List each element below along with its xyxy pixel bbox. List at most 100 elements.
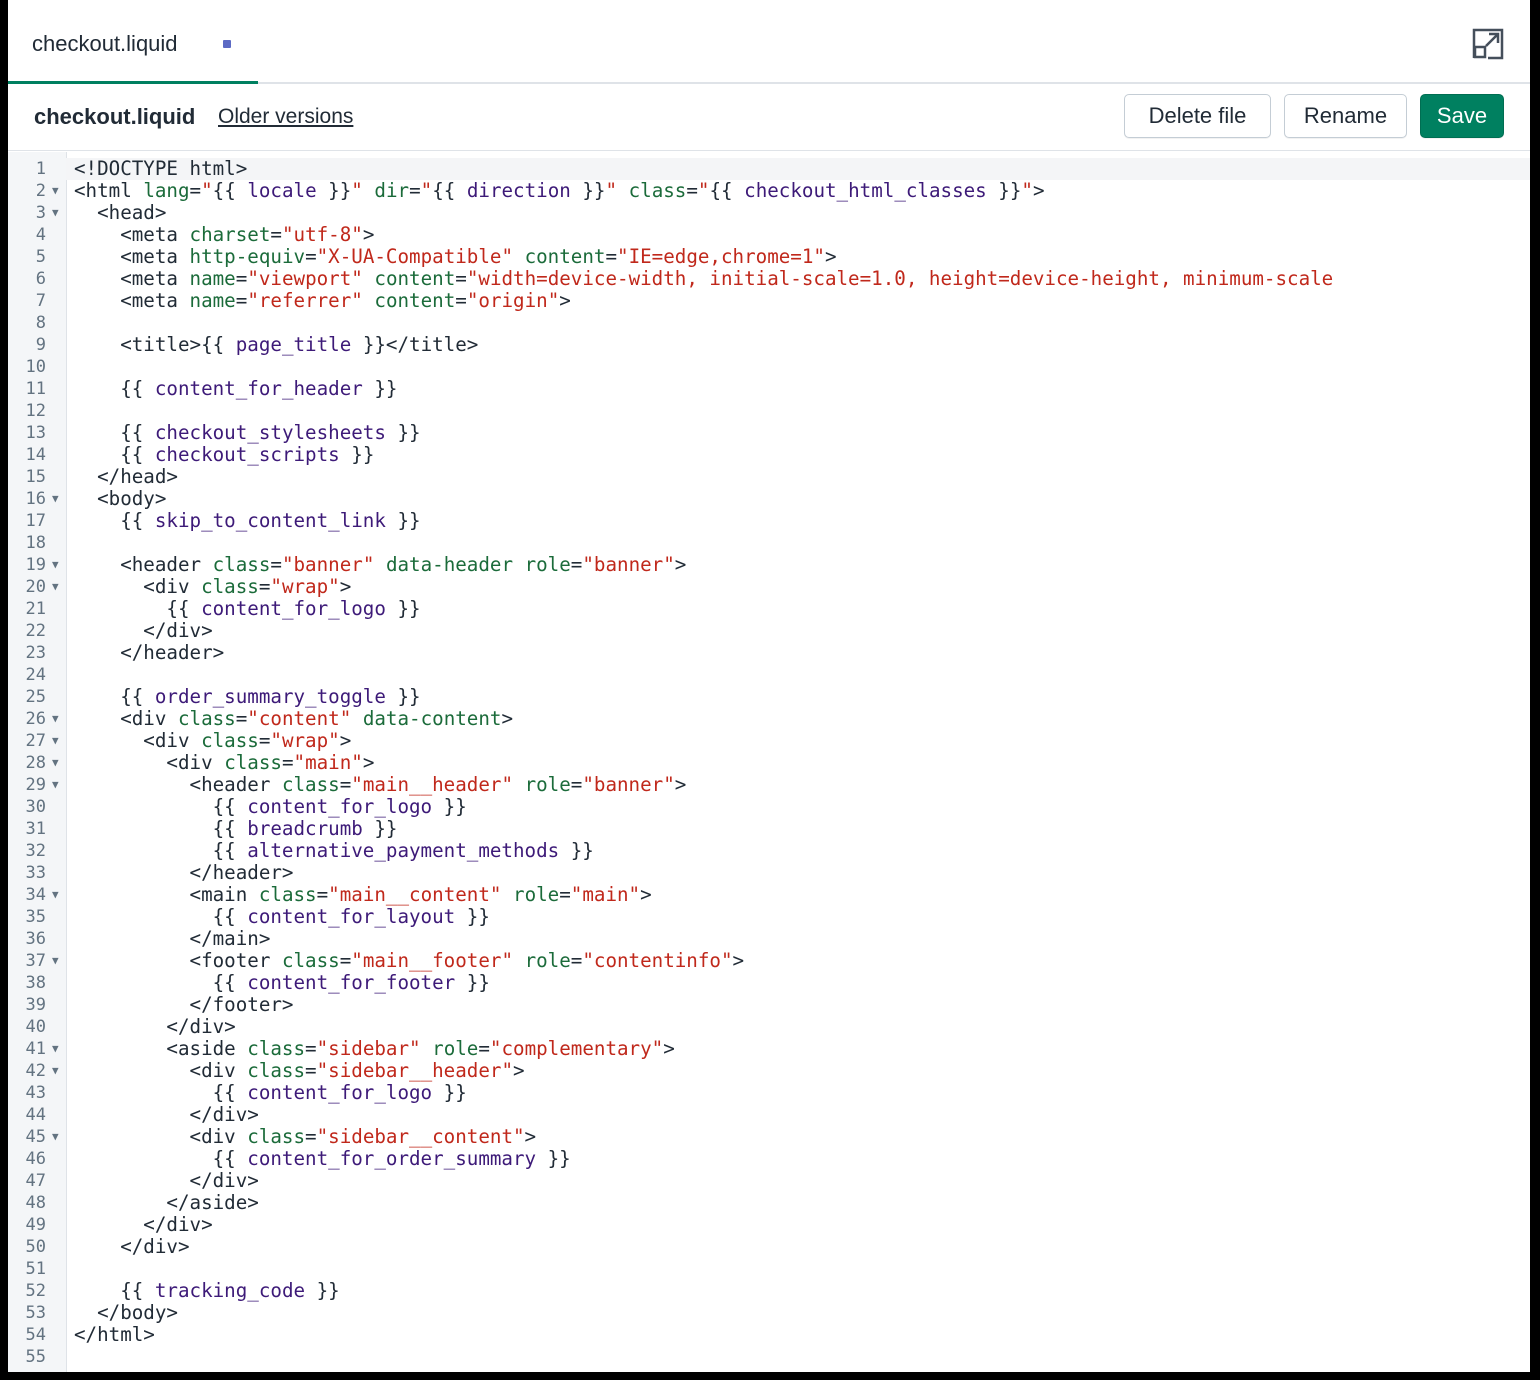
fold-arrow-icon[interactable]: ▼ [52,884,59,906]
code-line[interactable]: 39 </footer> [8,994,1530,1016]
code-line[interactable]: 25 {{ order_summary_toggle }} [8,686,1530,708]
code-line[interactable]: 55 [8,1346,1530,1368]
code-line[interactable]: 16 ▼ <body> [8,488,1530,510]
code-line[interactable]: 51 [8,1258,1530,1280]
code-token: = [235,708,248,730]
code-token: </header> [74,642,225,664]
code-token: > [732,950,745,972]
code-line[interactable]: 26 ▼ <div class="content" data-content> [8,708,1530,730]
line-number: 16 [25,489,46,509]
code-line[interactable]: 20 ▼ <div class="wrap"> [8,576,1530,598]
fold-arrow-icon[interactable]: ▼ [52,1126,59,1148]
code-line[interactable]: 40 </div> [8,1016,1530,1038]
code-text: <meta charset="utf-8"> [66,224,1530,246]
code-line[interactable]: 13 {{ checkout_stylesheets }} [8,422,1530,444]
fold-arrow-icon[interactable]: ▼ [52,1038,59,1060]
fold-arrow-icon[interactable]: ▼ [52,576,59,598]
code-line[interactable]: 48 </aside> [8,1192,1530,1214]
code-line[interactable]: 33 </header> [8,862,1530,884]
code-line[interactable]: 41 ▼ <aside class="sidebar" role="complem… [8,1038,1530,1060]
code-text: {{ content_for_logo }} [66,1082,1530,1104]
code-line[interactable]: 29 ▼ <header class="main__header" role="b… [8,774,1530,796]
code-line[interactable]: 21 {{ content_for_logo }} [8,598,1530,620]
rename-button[interactable]: Rename [1284,94,1407,138]
code-line[interactable]: 14 {{ checkout_scripts }} [8,444,1530,466]
older-versions-link[interactable]: Older versions [218,105,353,129]
code-line[interactable]: 31 {{ breadcrumb }} [8,818,1530,840]
expand-icon[interactable] [1472,28,1504,60]
code-line[interactable]: 49 </div> [8,1214,1530,1236]
code-token: <div [74,1060,248,1082]
fold-arrow-icon[interactable]: ▼ [52,752,59,774]
code-line[interactable]: 8 [8,312,1530,334]
fold-arrow-icon[interactable]: ▼ [52,708,59,730]
code-line[interactable]: 28 ▼ <div class="main"> [8,752,1530,774]
code-editor[interactable]: 1 <!DOCTYPE html> 2 ▼ <html lang="{{ locale … [8,152,1530,1372]
code-line[interactable]: 3 ▼ <head> [8,202,1530,224]
code-line[interactable]: 6 <meta name="viewport" content="width=d… [8,268,1530,290]
fold-arrow-icon[interactable]: ▼ [52,180,59,202]
code-line[interactable]: 5 <meta http-equiv="X-UA-Compatible" con… [8,246,1530,268]
code-line[interactable]: 24 [8,664,1530,686]
code-line[interactable]: 27 ▼ <div class="wrap"> [8,730,1530,752]
fold-arrow-icon[interactable]: ▼ [52,730,59,752]
delete-file-button[interactable]: Delete file [1124,94,1271,138]
code-line[interactable]: 19 ▼ <header class="banner" data-header r… [8,554,1530,576]
code-line[interactable]: 37 ▼ <footer class="main__footer" role="c… [8,950,1530,972]
code-line[interactable]: 15 </head> [8,466,1530,488]
code-line[interactable]: 35 {{ content_for_layout }} [8,906,1530,928]
line-number: 12 [25,401,46,421]
code-text: <body> [66,488,1530,510]
code-token: > [663,1038,675,1060]
tab-checkout-liquid[interactable]: checkout.liquid [8,0,258,84]
code-line[interactable]: 23 </header> [8,642,1530,664]
code-line[interactable]: 45 ▼ <div class="sidebar__content"> [8,1126,1530,1148]
fold-arrow-icon[interactable]: ▼ [52,950,59,972]
code-line[interactable]: 46 {{ content_for_order_summary }} [8,1148,1530,1170]
code-line[interactable]: 50 </div> [8,1236,1530,1258]
code-line[interactable]: 11 {{ content_for_header }} [8,378,1530,400]
code-token: content_for_header [154,378,363,400]
code-line[interactable]: 10 [8,356,1530,378]
code-line[interactable]: 43 {{ content_for_logo }} [8,1082,1530,1104]
code-token: > [640,884,652,906]
code-token: = [409,180,421,202]
code-line[interactable]: 52 {{ tracking_code }} [8,1280,1530,1302]
code-token: }}</title> [351,334,479,356]
code-line[interactable]: 38 {{ content_for_footer }} [8,972,1530,994]
code-line[interactable]: 44 </div> [8,1104,1530,1126]
code-line[interactable]: 9 <title>{{ page_title }}</title> [8,334,1530,356]
code-line[interactable]: 22 </div> [8,620,1530,642]
fold-arrow-icon[interactable]: ▼ [52,488,59,510]
code-line[interactable]: 36 </main> [8,928,1530,950]
code-token: = [305,1038,317,1060]
code-line[interactable]: 30 {{ content_for_logo }} [8,796,1530,818]
line-number: 53 [25,1303,46,1323]
code-line[interactable]: 2 ▼ <html lang="{{ locale }}" dir="{{ dire… [8,180,1530,202]
code-token: skip_to_content_link [154,510,386,532]
line-number: 11 [25,379,46,399]
code-line[interactable]: 4 <meta charset="utf-8"> [8,224,1530,246]
code-line[interactable]: 32 {{ alternative_payment_methods }} [8,840,1530,862]
code-line[interactable]: 7 <meta name="referrer" content="origin"… [8,290,1530,312]
code-line[interactable]: 12 [8,400,1530,422]
fold-arrow-icon[interactable]: ▼ [52,774,59,796]
save-button[interactable]: Save [1420,94,1504,138]
code-line[interactable]: 54 </html> [8,1324,1530,1346]
fold-arrow-icon[interactable]: ▼ [52,1060,59,1082]
fold-arrow-icon[interactable]: ▼ [52,202,59,224]
code-line[interactable]: 53 </body> [8,1302,1530,1324]
code-token: content_for_logo [247,1082,433,1104]
line-number: 21 [25,599,46,619]
code-line[interactable]: 42 ▼ <div class="sidebar__header"> [8,1060,1530,1082]
code-token: }} [432,796,467,818]
code-text: {{ order_summary_toggle }} [66,686,1530,708]
code-line[interactable]: 1 <!DOCTYPE html> [8,158,1530,180]
code-line[interactable]: 17 {{ skip_to_content_link }} [8,510,1530,532]
fold-arrow-icon[interactable]: ▼ [52,554,59,576]
code-line[interactable]: 18 [8,532,1530,554]
code-line[interactable]: 47 </div> [8,1170,1530,1192]
code-line[interactable]: 34 ▼ <main class="main__content" role="ma… [8,884,1530,906]
